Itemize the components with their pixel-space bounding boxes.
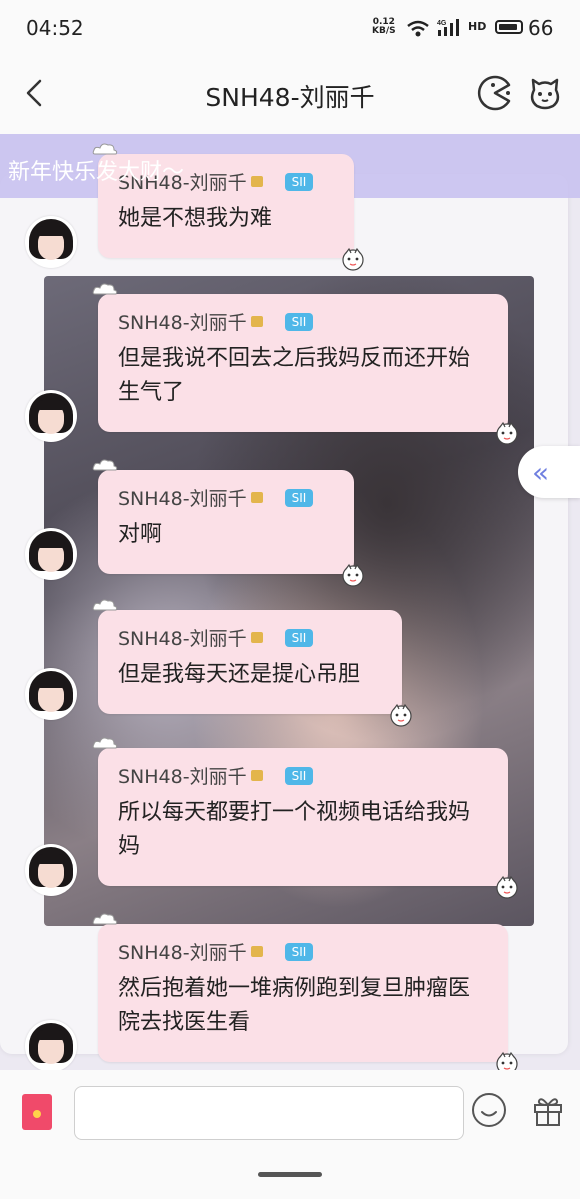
message-bubble[interactable]: SNH48-刘丽千 SII 但是我每天还是提心吊胆: [92, 599, 412, 727]
sticker-icon: [496, 421, 518, 445]
crown-icon: [250, 492, 263, 503]
pet-face-icon[interactable]: [525, 72, 565, 112]
team-badge: SII: [284, 628, 314, 647]
cloud-decoration-icon: [92, 599, 118, 611]
wifi-icon: [407, 20, 429, 37]
sticker-icon: [390, 703, 412, 727]
chat-header: SNH48-刘丽千: [0, 56, 580, 134]
emoji-icon[interactable]: [471, 1092, 507, 1128]
avatar[interactable]: [25, 668, 77, 720]
sender-name: SNH48-刘丽千 SII: [118, 762, 314, 789]
cloud-decoration-icon: [92, 737, 118, 749]
sender-label: SNH48-刘丽千: [118, 628, 247, 650]
sender-label: SNH48-刘丽千: [118, 942, 247, 964]
sticker-icon: [342, 563, 364, 587]
net-speed-unit: KB/S: [372, 26, 396, 36]
crown-icon: [250, 770, 263, 781]
message-bubble[interactable]: SNH48-刘丽千 SII 但是我说不回去之后我妈反而还开始生气了: [92, 283, 518, 445]
crown-icon: [250, 632, 263, 643]
hd-indicator: HD: [468, 20, 487, 33]
status-time: 04:52: [26, 16, 84, 40]
sender-name: SNH48-刘丽千 SII: [118, 624, 314, 651]
message-text: 所以每天都要打一个视频电话给我妈妈: [118, 800, 471, 859]
message-text: 但是我说不回去之后我妈反而还开始生气了: [118, 346, 471, 405]
team-badge: SII: [284, 766, 314, 785]
crown-icon: [250, 316, 263, 327]
sticker-icon: [496, 1051, 518, 1070]
avatar-bang: [37, 1030, 65, 1040]
avatar[interactable]: [25, 216, 77, 268]
sender-name: SNH48-刘丽千 SII: [118, 308, 314, 335]
sticker-icon: [342, 247, 364, 271]
avatar[interactable]: [25, 528, 77, 580]
pacman-icon[interactable]: [476, 74, 514, 112]
message-text: 但是我每天还是提心吊胆: [118, 662, 361, 687]
message-input[interactable]: [74, 1086, 464, 1140]
crown-icon: [250, 176, 263, 187]
message-bubble[interactable]: SNH48-刘丽千 SII 对啊: [92, 459, 364, 587]
input-bar: [0, 1070, 580, 1199]
message-text: 对啊: [118, 522, 163, 547]
sender-name: SNH48-刘丽千 SII: [118, 484, 314, 511]
team-badge: SII: [284, 172, 314, 191]
cloud-decoration-icon: [92, 283, 118, 295]
status-bar: 04:52 0.12 KB/S 4G HD 66: [0, 0, 580, 56]
battery-level: 66: [528, 16, 554, 40]
sender-label: SNH48-刘丽千: [118, 766, 247, 788]
sender-label: SNH48-刘丽千: [118, 312, 247, 334]
avatar-bang: [37, 226, 65, 236]
avatar[interactable]: [25, 1020, 77, 1070]
red-packet-icon[interactable]: [22, 1094, 52, 1130]
cloud-decoration-icon: [92, 913, 118, 925]
avatar[interactable]: [25, 390, 77, 442]
sticker-icon: [496, 875, 518, 899]
cloud-decoration-icon: [92, 459, 118, 471]
avatar-bang: [37, 678, 65, 688]
net-speed: 0.12 KB/S: [372, 18, 396, 36]
sender-name: SNH48-刘丽千 SII: [118, 938, 314, 965]
side-button-glyph: «: [532, 456, 549, 489]
home-indicator[interactable]: [258, 1172, 322, 1177]
message-text: 她是不想我为难: [118, 206, 273, 231]
team-badge: SII: [284, 942, 314, 961]
avatar-bang: [37, 538, 65, 548]
message-bubble[interactable]: SNH48-刘丽千 SII 所以每天都要打一个视频电话给我妈妈: [92, 737, 518, 899]
signal-label: 4G: [437, 20, 447, 27]
message-text: 然后抱着她一堆病例跑到复旦肿瘤医院去找医生看: [118, 976, 471, 1035]
sender-label: SNH48-刘丽千: [118, 488, 247, 510]
avatar-bang: [37, 854, 65, 864]
battery-icon: [495, 20, 523, 34]
gift-icon[interactable]: [530, 1092, 566, 1128]
avatar-bang: [37, 400, 65, 410]
team-badge: SII: [284, 312, 314, 331]
crown-icon: [250, 946, 263, 957]
avatar[interactable]: [25, 844, 77, 896]
banner-text: 新年快乐发大财～: [8, 160, 185, 185]
double-chevron-left-icon[interactable]: «: [518, 446, 580, 498]
team-badge: SII: [284, 488, 314, 507]
signal-icon: 4G: [437, 19, 459, 36]
chat-area[interactable]: 新年快乐发大财～ « SNH48-刘丽千 SII 她是不想我为难 SNH48-刘丽…: [0, 134, 580, 1070]
message-bubble[interactable]: SNH48-刘丽千 SII 然后抱着她一堆病例跑到复旦肿瘤医院去找医生看: [92, 913, 518, 1070]
